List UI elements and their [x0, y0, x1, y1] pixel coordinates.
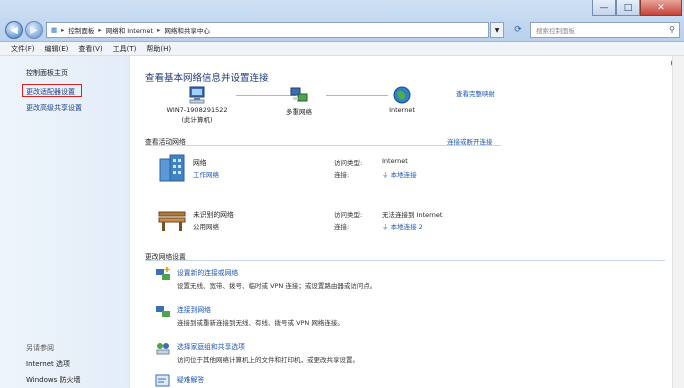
- troubleshoot-icon: [155, 374, 170, 387]
- connection-label: 连接:: [334, 223, 350, 231]
- section-divider: [145, 260, 665, 261]
- menu-tools[interactable]: 工具(T): [113, 44, 137, 54]
- back-arrow-icon: ◀: [10, 24, 18, 36]
- sidebar-item-control-panel-home[interactable]: 控制面板主页: [26, 68, 68, 78]
- map-node-label: 多重网络: [286, 108, 312, 116]
- maximize-button[interactable]: □: [616, 0, 640, 16]
- sidebar-item-change-adapter-settings[interactable]: 更改适配器设置: [26, 87, 75, 97]
- map-node-label: Internet: [389, 106, 415, 114]
- breadcrumb-separator-icon: ▸: [98, 26, 102, 34]
- sidebar-item-advanced-sharing[interactable]: 更改高级共享设置: [26, 103, 82, 113]
- breadcrumb-control-panel[interactable]: 控制面板: [68, 25, 94, 35]
- search-placeholder: 搜索控制面板: [536, 27, 575, 35]
- main-content: ? 查看基本网络信息并设置连接 查看完整映射 WIN7-1908291522 (…: [131, 56, 684, 388]
- connection-link[interactable]: ⏚ 本地连接 2: [382, 221, 423, 231]
- menu-help[interactable]: 帮助(H): [146, 44, 171, 54]
- task-connect-network-link[interactable]: 连接到网络: [177, 304, 211, 314]
- breadcrumb-separator-icon: ▸: [157, 26, 161, 34]
- see-also-heading: 另请参阅: [26, 344, 54, 352]
- access-type-value: 无法连接到 Internet: [382, 211, 443, 219]
- menu-view[interactable]: 查看(V): [78, 44, 102, 54]
- connect-network-icon: [156, 306, 170, 317]
- network-icon: [290, 87, 308, 102]
- back-button[interactable]: ◀: [5, 21, 23, 39]
- map-node-sublabel: (此计算机): [181, 116, 213, 124]
- breadcrumb-separator-icon: ▸: [61, 26, 65, 34]
- address-dropdown-button[interactable]: ▼: [490, 22, 504, 38]
- access-type-label: 访问类型:: [334, 211, 363, 219]
- search-input[interactable]: 搜索控制面板 ⚲: [530, 22, 680, 38]
- refresh-icon: ⟳: [514, 25, 522, 35]
- sidebar-item-internet-options[interactable]: Internet 选项: [26, 359, 70, 369]
- task-description: 连接到或重新连接到无线、有线、拨号或 VPN 网络连接。: [177, 319, 344, 327]
- vertical-scrollbar[interactable]: [672, 56, 684, 388]
- connection-link[interactable]: ⏚ 本地连接: [382, 169, 417, 179]
- connection-link-text: 本地连接 2: [390, 223, 423, 231]
- task-description: 访问位于其他网络计算机上的文件和打印机，或更改共享设置。: [177, 356, 359, 364]
- task-troubleshoot-link[interactable]: 疑难解答: [177, 374, 204, 384]
- window-controls: — □ ✕: [592, 0, 682, 16]
- map-node-label: WIN7-1908291522: [166, 106, 228, 114]
- menu-file[interactable]: 文件(F): [11, 44, 35, 54]
- connection-link-text: 本地连接: [390, 171, 417, 179]
- building-icon: [159, 154, 185, 182]
- breadcrumb-network-internet[interactable]: 网络和 Internet: [106, 25, 153, 35]
- menu-edit[interactable]: 编辑(E): [45, 44, 69, 54]
- task-description: 设置无线、宽带、拨号、临时或 VPN 连接；或设置路由器或访问点。: [177, 282, 377, 290]
- map-node-internet: Internet: [379, 86, 425, 114]
- ethernet-icon: ⏚: [382, 171, 389, 179]
- control-panel-icon: ▦: [51, 26, 58, 34]
- network-name: 网络: [193, 159, 207, 167]
- computer-icon: [189, 86, 205, 104]
- globe-icon: [393, 86, 411, 104]
- refresh-button[interactable]: ⟳: [508, 22, 528, 38]
- minimize-button[interactable]: —: [592, 0, 616, 16]
- new-connection-icon: [156, 267, 170, 280]
- map-node-computer: WIN7-1908291522 (此计算机): [159, 86, 235, 124]
- access-type-value: Internet: [382, 157, 408, 165]
- close-button[interactable]: ✕: [640, 0, 682, 16]
- network-type-link[interactable]: 工作网络: [193, 169, 219, 179]
- forward-arrow-icon: ▶: [30, 24, 38, 36]
- map-node-multiple-networks: 多重网络: [273, 86, 325, 116]
- chevron-down-icon: ▼: [494, 26, 500, 34]
- task-homegroup-link[interactable]: 选择家庭组和共享选项: [177, 341, 245, 351]
- sidebar: 控制面板主页 更改适配器设置 更改高级共享设置 另请参阅 Internet 选项…: [0, 56, 130, 388]
- bench-icon: [158, 211, 186, 231]
- menu-bar: 文件(F) 编辑(E) 查看(V) 工具(T) 帮助(H): [0, 42, 684, 56]
- ethernet-icon: ⏚: [382, 223, 389, 231]
- access-type-label: 访问类型:: [334, 159, 363, 167]
- connection-label: 连接:: [334, 171, 350, 179]
- title-bar: — □ ✕ ◀ ▶ ▦ ▸ 控制面板 ▸ 网络和 Internet ▸ 网络和共…: [0, 0, 684, 42]
- section-divider: [145, 145, 501, 146]
- address-bar[interactable]: ▦ ▸ 控制面板 ▸ 网络和 Internet ▸ 网络和共享中心: [46, 22, 489, 38]
- view-full-map-link[interactable]: 查看完整映射: [456, 88, 495, 98]
- forward-button[interactable]: ▶: [25, 21, 43, 39]
- network-type-link[interactable]: 公用网络: [193, 221, 219, 231]
- homegroup-icon: [156, 343, 170, 355]
- search-icon[interactable]: ⚲: [669, 25, 675, 34]
- network-name: 未识别的网络: [193, 211, 234, 219]
- page-title: 查看基本网络信息并设置连接: [145, 73, 269, 84]
- sidebar-item-windows-firewall[interactable]: Windows 防火墙: [26, 375, 80, 385]
- task-setup-connection-link[interactable]: 设置新的连接或网络: [177, 267, 238, 277]
- breadcrumb-network-sharing-center[interactable]: 网络和共享中心: [164, 25, 210, 35]
